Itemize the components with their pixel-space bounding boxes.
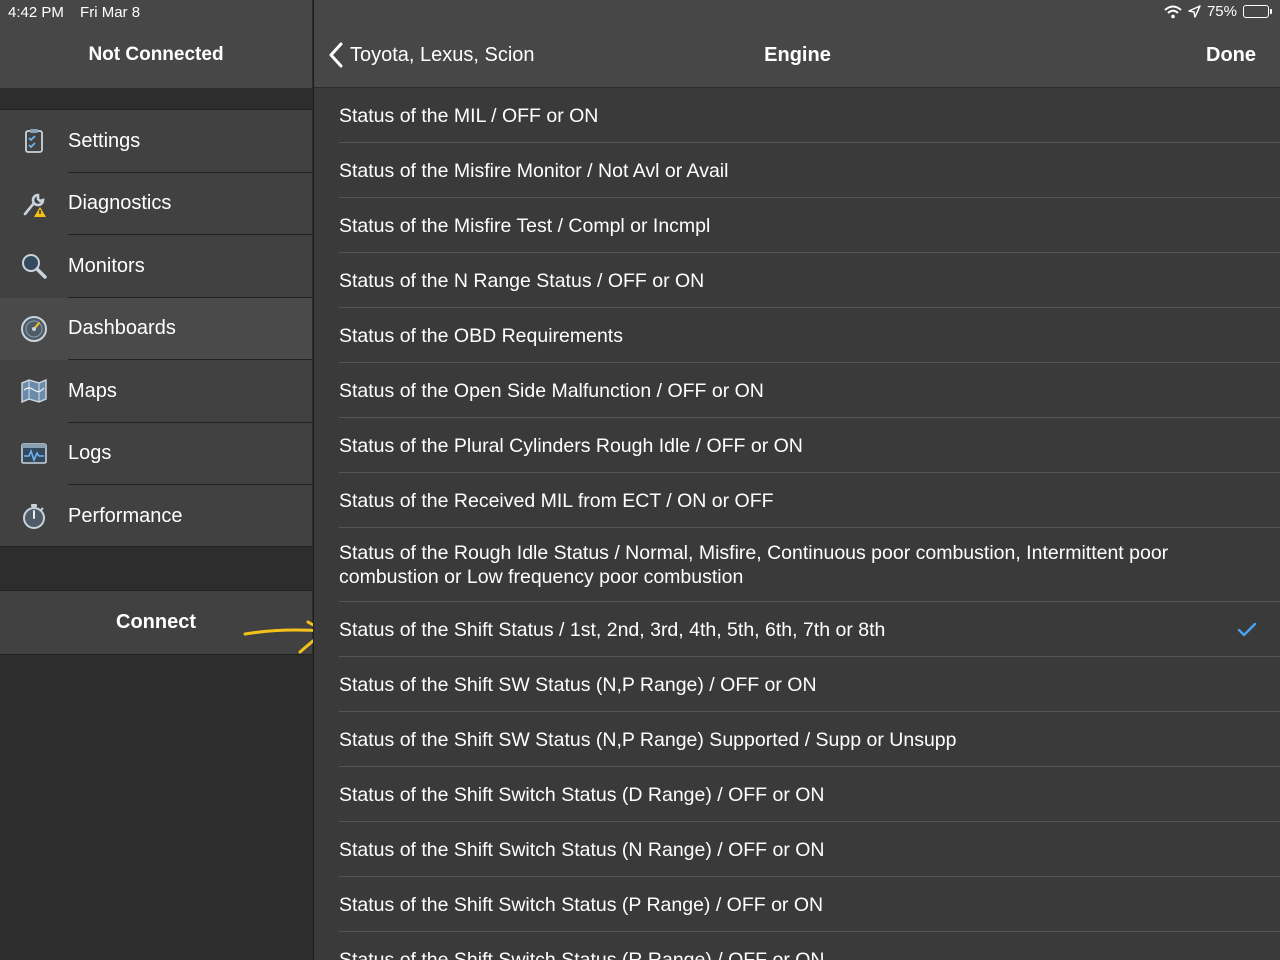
sidebar-item-dashboards[interactable]: Dashboards xyxy=(0,297,312,360)
list-item-label: Status of the Shift Switch Status (P Ran… xyxy=(339,893,824,916)
sidebar-item-settings[interactable]: Settings xyxy=(0,110,312,173)
list-item-label: Status of the N Range Status / OFF or ON xyxy=(339,269,705,292)
sidebar-item-diagnostics[interactable]: Diagnostics xyxy=(0,173,312,235)
list-item[interactable]: Status of the OBD Requirements xyxy=(314,308,1280,363)
list-item-label: Status of the Received MIL from ECT / ON… xyxy=(339,489,774,512)
sidebar-item-maps[interactable]: Maps xyxy=(0,360,312,423)
list-item[interactable]: Status of the Received MIL from ECT / ON… xyxy=(314,473,1280,528)
back-button[interactable]: Toyota, Lexus, Scion xyxy=(328,42,535,68)
status-bar-right: 75% xyxy=(1164,3,1272,20)
sidebar-item-performance[interactable]: Performance xyxy=(0,485,312,548)
sidebar-item-logs[interactable]: Logs xyxy=(0,423,312,485)
list-item-selected[interactable]: Status of the Shift Status / 1st, 2nd, 3… xyxy=(314,602,1280,657)
done-button[interactable]: Done xyxy=(1206,44,1256,67)
location-arrow-icon xyxy=(1188,5,1201,18)
list-item[interactable]: Status of the Shift Switch Status (P Ran… xyxy=(314,877,1280,932)
checkmark-icon xyxy=(1237,622,1257,636)
list-item-label: Status of the Open Side Malfunction / OF… xyxy=(339,379,764,402)
list-item[interactable]: Status of the Misfire Monitor / Not Avl … xyxy=(314,143,1280,198)
clipboard-check-icon xyxy=(0,126,68,156)
list-item[interactable]: Status of the Misfire Test / Compl or In… xyxy=(314,198,1280,253)
list-item[interactable]: Status of the Plural Cylinders Rough Idl… xyxy=(314,418,1280,473)
status-time: 4:42 PM xyxy=(8,4,64,21)
list-item-label: Status of the Shift SW Status (N,P Range… xyxy=(339,673,817,696)
sidebar-item-label: Settings xyxy=(68,129,141,152)
back-button-label: Toyota, Lexus, Scion xyxy=(350,43,535,66)
status-bar-left: 4:42 PM Fri Mar 8 xyxy=(8,4,140,21)
sidebar-item-label: Dashboards xyxy=(68,317,176,340)
list-item[interactable]: Status of the Shift SW Status (N,P Range… xyxy=(314,712,1280,767)
sidebar-item-label: Diagnostics xyxy=(68,192,172,215)
list-item[interactable]: Status of the Shift SW Status (N,P Range… xyxy=(314,657,1280,712)
list-item-label: Status of the Shift Switch Status (D Ran… xyxy=(339,783,825,806)
status-date: Fri Mar 8 xyxy=(80,4,141,21)
magnifier-icon xyxy=(0,251,68,281)
sidebar-header: 4:42 PM Fri Mar 8 Not Connected xyxy=(0,0,312,88)
list-item[interactable]: Status of the MIL / OFF or ON xyxy=(314,88,1280,143)
list-item-label: Status of the Misfire Monitor / Not Avl … xyxy=(339,159,729,182)
list-item-label: Status of the Shift Status / 1st, 2nd, 3… xyxy=(339,618,886,641)
list-item-label: Status of the Shift Switch Status (N Ran… xyxy=(339,838,825,861)
list-item[interactable]: Status of the Rough Idle Status / Normal… xyxy=(314,528,1280,602)
map-icon xyxy=(0,376,68,406)
gauge-icon xyxy=(0,314,68,344)
chevron-left-icon xyxy=(329,42,343,68)
navigation-bar: 75% Toyota, Lexus, Scion Engine Done xyxy=(314,0,1280,88)
sidebar-item-label: Logs xyxy=(68,442,112,465)
wrench-warning-icon xyxy=(0,189,68,219)
parameter-list: Status of the MIL / OFF or ON Status of … xyxy=(314,88,1280,960)
stopwatch-icon xyxy=(0,501,68,531)
sidebar: 4:42 PM Fri Mar 8 Not Connected Settings… xyxy=(0,0,312,960)
list-item[interactable]: Status of the Shift Switch Status (R Ran… xyxy=(314,932,1280,960)
list-item-label: Status of the OBD Requirements xyxy=(339,324,623,347)
battery-percentage: 75% xyxy=(1206,3,1237,20)
list-item[interactable]: Status of the Open Side Malfunction / OF… xyxy=(314,363,1280,418)
list-item[interactable]: Status of the Shift Switch Status (D Ran… xyxy=(314,767,1280,822)
list-item-label: Status of the Plural Cylinders Rough Idl… xyxy=(339,434,803,457)
list-item[interactable]: Status of the Shift Switch Status (N Ran… xyxy=(314,822,1280,877)
battery-icon xyxy=(1243,5,1272,18)
sidebar-menu: Settings Diagnostics Monitors Dashboards xyxy=(0,109,312,547)
list-item-label: Status of the Rough Idle Status / Normal… xyxy=(339,542,1169,588)
list-item-label: Status of the Misfire Test / Compl or In… xyxy=(339,214,711,237)
sidebar-item-label: Performance xyxy=(68,504,183,527)
sidebar-item-monitors[interactable]: Monitors xyxy=(0,235,312,298)
waveform-monitor-icon xyxy=(0,439,68,469)
wifi-icon xyxy=(1164,5,1182,18)
list-item-label: Status of the Shift Switch Status (R Ran… xyxy=(339,948,825,960)
sidebar-item-label: Maps xyxy=(68,379,117,402)
list-item[interactable]: Status of the N Range Status / OFF or ON xyxy=(314,253,1280,308)
connection-status-title: Not Connected xyxy=(88,44,224,65)
main-panel: 75% Toyota, Lexus, Scion Engine Done Sta… xyxy=(313,0,1280,960)
sidebar-item-label: Monitors xyxy=(68,254,145,277)
list-item-label: Status of the MIL / OFF or ON xyxy=(339,104,599,127)
list-item-label: Status of the Shift SW Status (N,P Range… xyxy=(339,728,957,751)
